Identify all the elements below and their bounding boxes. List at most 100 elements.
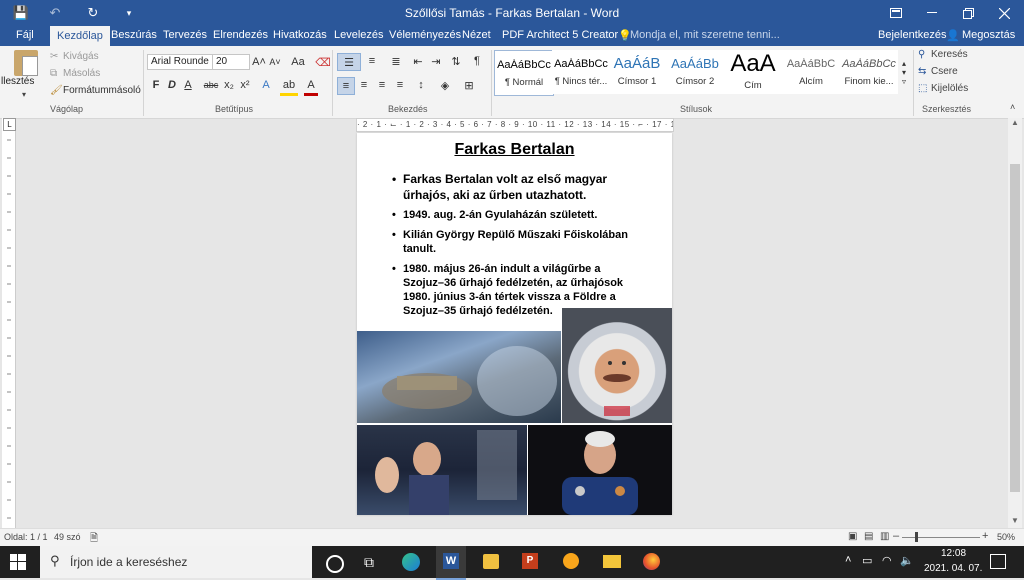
paste-dropdown-icon[interactable]: ▾ <box>22 90 26 99</box>
superscript-button[interactable]: x² <box>238 77 252 93</box>
firefox-icon[interactable] <box>643 553 660 570</box>
document-page[interactable]: Farkas Bertalan Farkas Bertalan volt az … <box>357 133 672 515</box>
justify-button[interactable]: ≡ <box>392 77 408 93</box>
align-left-button[interactable]: ≡ <box>337 77 355 95</box>
app-icon[interactable] <box>563 553 579 569</box>
style-subtitle[interactable]: AaÁáBbC Alcím <box>782 50 840 94</box>
close-button[interactable] <box>986 0 1022 26</box>
cut-button[interactable]: Kivágás <box>63 51 99 62</box>
replace-button[interactable]: Csere <box>931 66 958 77</box>
font-name-combo[interactable]: Arial Rounde <box>147 54 213 70</box>
volume-icon[interactable]: 🔈 <box>900 554 914 567</box>
page-count[interactable]: Oldal: 1 / 1 <box>4 532 48 542</box>
zoom-slider-thumb[interactable] <box>915 532 918 542</box>
task-view-icon[interactable]: ⧉ <box>364 554 374 571</box>
show-formatting-button[interactable]: ¶ <box>470 53 484 69</box>
horizontal-ruler[interactable]: · 2 · 1 · ⌙ · 1 · 2 · 3 · 4 · 5 · 6 · 7 … <box>356 118 674 132</box>
scroll-thumb[interactable] <box>1010 164 1020 492</box>
tray-chevron-icon[interactable]: ˄ <box>845 554 851 566</box>
clock-time[interactable]: 12:08 <box>941 548 966 559</box>
collapse-ribbon-icon[interactable]: ˄ <box>1010 102 1015 112</box>
windows-start-icon[interactable] <box>10 554 26 570</box>
increase-indent-icon[interactable]: ⇥ <box>428 53 444 69</box>
highlight-color-icon[interactable]: ab <box>280 77 298 96</box>
copy-button[interactable]: Másolás <box>63 68 100 79</box>
notifications-icon[interactable] <box>990 554 1006 569</box>
font-color-icon[interactable]: A <box>304 77 318 96</box>
find-button[interactable]: Keresés <box>931 49 968 60</box>
bullets-button[interactable]: ☰ <box>337 53 361 71</box>
file-explorer-icon[interactable] <box>603 555 621 568</box>
tab-design[interactable]: Tervezés <box>163 29 207 41</box>
borders-icon[interactable]: ⊞ <box>460 77 478 93</box>
powerpoint-icon[interactable]: P <box>522 553 538 569</box>
paste-button[interactable]: llesztés <box>1 76 34 87</box>
multilevel-list-button[interactable]: ≣ <box>386 53 406 69</box>
change-case-icon[interactable]: Aa <box>288 54 308 70</box>
align-center-button[interactable]: ≡ <box>356 77 372 93</box>
share-button[interactable]: Megosztás <box>962 29 1015 41</box>
font-size-combo[interactable]: 20 <box>212 54 250 70</box>
tab-view[interactable]: Nézet <box>462 29 491 41</box>
zoom-out-icon[interactable]: – <box>893 530 899 542</box>
sort-icon[interactable]: ⇅ <box>448 53 464 69</box>
paste-icon[interactable] <box>14 50 38 76</box>
numbering-button[interactable]: ≡ <box>362 53 382 69</box>
battery-icon[interactable]: ▭ <box>862 554 872 567</box>
tell-me-input[interactable]: Mondja el, mit szeretne tenni... <box>630 29 780 41</box>
store-icon[interactable] <box>483 554 499 569</box>
strikethrough-button[interactable]: abc <box>202 77 220 93</box>
tab-selector-icon[interactable]: L <box>3 118 16 131</box>
tab-pdf-architect[interactable]: PDF Architect 5 Creator <box>502 29 618 41</box>
vertical-scrollbar[interactable]: ▲ ▼ <box>1008 118 1022 528</box>
select-button[interactable]: Kijelölés <box>931 83 968 94</box>
word-taskbar-button[interactable]: W <box>436 546 466 580</box>
cut-icon[interactable]: ✂ <box>50 51 58 62</box>
style-subtle-emphasis[interactable]: AaÁáBbCc Finom kie... <box>840 50 898 94</box>
zoom-in-icon[interactable]: + <box>982 530 988 542</box>
tab-home[interactable]: Kezdőlap <box>50 26 110 46</box>
scroll-down-icon[interactable]: ▼ <box>1008 516 1022 528</box>
tab-references[interactable]: Hivatkozás <box>273 29 327 41</box>
clear-formatting-icon[interactable]: ⌫ <box>315 54 331 70</box>
restore-button[interactable] <box>950 0 986 26</box>
print-layout-icon[interactable]: ▤ <box>864 531 873 542</box>
grow-font-icon[interactable]: A˄ <box>252 54 266 70</box>
shading-icon[interactable]: ◈ <box>436 77 454 93</box>
shrink-font-icon[interactable]: A˅ <box>268 54 282 70</box>
style-normal[interactable]: AaÁáBbCc ¶ Normál <box>494 50 554 96</box>
text-effects-icon[interactable]: A <box>258 77 274 93</box>
tab-file[interactable]: Fájl <box>16 29 34 41</box>
style-heading-1[interactable]: AaÁáB Címsor 1 <box>608 50 666 94</box>
italic-button[interactable]: D <box>166 77 178 93</box>
scroll-up-icon[interactable]: ▲ <box>1008 118 1022 130</box>
underline-button[interactable]: A <box>182 77 194 93</box>
ribbon-display-icon[interactable] <box>878 0 914 26</box>
style-heading-2[interactable]: AaÁáBb Címsor 2 <box>666 50 724 94</box>
read-mode-icon[interactable]: ▣ <box>848 531 857 542</box>
tab-mailings[interactable]: Levelezés <box>334 29 384 41</box>
edge-icon[interactable] <box>402 553 420 571</box>
wifi-icon[interactable]: ◠ <box>882 554 892 567</box>
style-no-spacing[interactable]: AaÁáBbCc ¶ Nincs tér... <box>552 50 610 94</box>
style-title[interactable]: AaA Cím <box>724 50 782 94</box>
copy-icon[interactable]: ⧉ <box>50 68 57 79</box>
decrease-indent-icon[interactable]: ⇤ <box>410 53 426 69</box>
tab-review[interactable]: Véleményezés <box>389 29 461 41</box>
zoom-slider[interactable] <box>902 537 980 538</box>
zoom-level[interactable]: 50% <box>997 532 1015 542</box>
word-count[interactable]: 49 szó <box>54 532 81 542</box>
subscript-button[interactable]: x₂ <box>222 77 236 93</box>
minimize-button[interactable] <box>914 0 950 26</box>
web-layout-icon[interactable]: ▥ <box>880 531 889 542</box>
tab-layout[interactable]: Elrendezés <box>213 29 268 41</box>
line-spacing-icon[interactable]: ↕ <box>412 77 430 93</box>
format-painter-button[interactable]: Formátummásoló <box>63 85 141 96</box>
cortana-icon[interactable] <box>326 555 344 573</box>
format-painter-icon[interactable]: 🖌 <box>50 85 63 96</box>
sign-in-link[interactable]: Bejelentkezés <box>878 29 947 41</box>
align-right-button[interactable]: ≡ <box>374 77 390 93</box>
tab-insert[interactable]: Beszúrás <box>111 29 157 41</box>
clock-date[interactable]: 2021. 04. 07. <box>924 563 982 574</box>
taskbar-search-box[interactable]: ⚲ Írjon ide a kereséshez <box>40 546 312 578</box>
